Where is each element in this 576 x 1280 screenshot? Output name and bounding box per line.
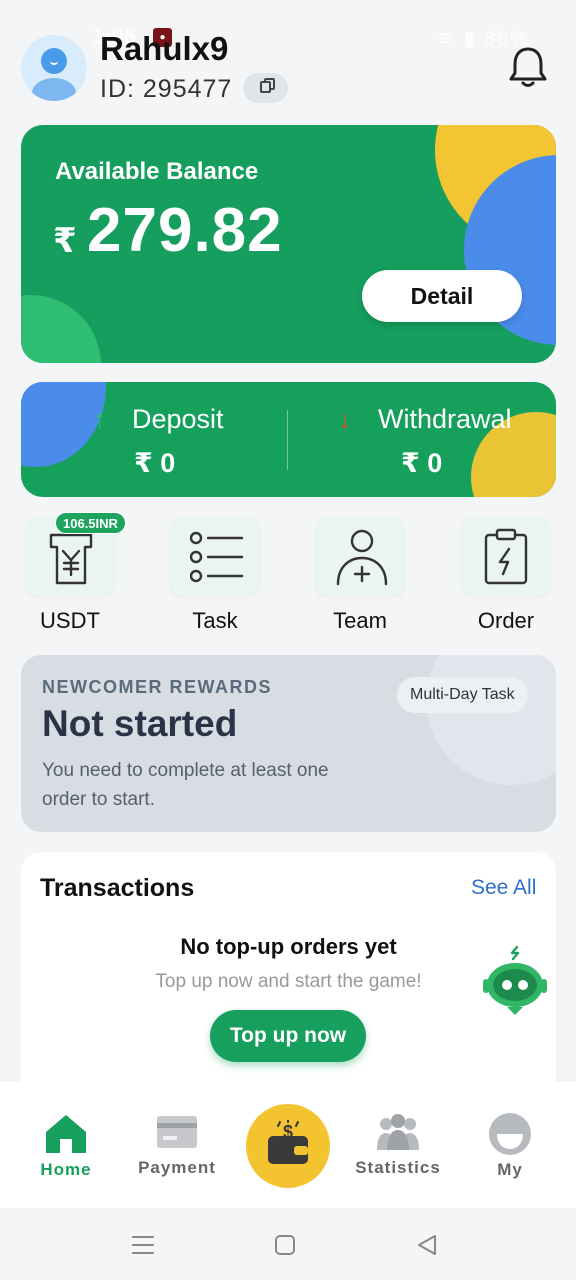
- quick-action-order[interactable]: Order: [461, 517, 553, 633]
- payment-card-icon: [157, 1116, 197, 1148]
- quick-action-team[interactable]: Team: [315, 517, 407, 633]
- home-button-icon[interactable]: [274, 1234, 296, 1256]
- empty-state-subtitle: Top up now and start the game!: [155, 971, 422, 992]
- status-bar: 1:06 ● ≋ ▮ 86%: [0, 20, 576, 54]
- support-robot-icon[interactable]: [483, 945, 547, 1017]
- nav-payment[interactable]: Payment: [127, 1112, 227, 1177]
- withdrawal-button[interactable]: Withdrawal: [378, 404, 512, 435]
- home-icon: [46, 1115, 86, 1153]
- see-all-link[interactable]: See All: [471, 876, 536, 900]
- transactions-title: Transactions: [40, 874, 195, 902]
- arrow-up-icon: ↑: [93, 404, 106, 434]
- usdt-rate-badge: 106.5INR: [55, 512, 126, 534]
- wifi-icon: ≋: [437, 28, 456, 50]
- task-list-icon: [190, 531, 244, 583]
- nav-my-label: My: [497, 1160, 523, 1179]
- quick-action-task[interactable]: Task: [170, 517, 262, 633]
- detail-button[interactable]: Detail: [362, 270, 522, 322]
- rewards-kicker: NEWCOMER REWARDS: [42, 677, 272, 697]
- withdrawal-value: ₹ 0: [401, 448, 443, 478]
- bottom-nav: Home Payment $ Statistics My: [0, 1082, 576, 1208]
- nav-home-label: Home: [40, 1160, 92, 1179]
- nav-wallet-button[interactable]: $: [246, 1104, 330, 1188]
- statistics-group-icon: [377, 1114, 419, 1150]
- signal-icon: ▮: [463, 28, 477, 50]
- avatar[interactable]: [21, 35, 87, 101]
- order-clipboard-icon: [484, 528, 528, 585]
- divider: [287, 410, 288, 470]
- multi-day-task-tag: Multi-Day Task: [397, 677, 528, 713]
- recent-apps-icon[interactable]: [132, 1235, 154, 1255]
- balance-amount: 279.82: [87, 196, 283, 265]
- username: Rahulx9: [100, 30, 229, 67]
- user-id-label: ID:: [100, 75, 135, 103]
- quick-action-label: Team: [333, 608, 387, 633]
- rewards-status: Not started: [42, 703, 238, 744]
- deposit-withdraw-card: ↑ Deposit ₹ 0 ↓ Withdrawal ₹ 0: [21, 382, 556, 497]
- usdt-wallet-icon: [49, 533, 93, 585]
- quick-action-label: Task: [192, 608, 238, 633]
- quick-action-label: Order: [477, 608, 535, 633]
- profile-icon: [489, 1113, 531, 1155]
- system-nav-bar: [0, 1208, 576, 1280]
- top-up-button[interactable]: Top up now: [210, 1010, 366, 1062]
- balance-label: Available Balance: [55, 158, 259, 185]
- nav-home[interactable]: Home: [16, 1112, 116, 1179]
- notification-bell-icon[interactable]: [507, 45, 549, 89]
- nav-statistics[interactable]: Statistics: [348, 1112, 448, 1177]
- nav-payment-label: Payment: [138, 1158, 216, 1177]
- deposit-button[interactable]: Deposit: [132, 404, 224, 435]
- newcomer-rewards-card[interactable]: NEWCOMER REWARDS Multi-Day Task Not star…: [21, 655, 556, 832]
- copy-id-button[interactable]: [243, 73, 288, 103]
- rupee-icon: ₹: [53, 222, 77, 260]
- quick-action-label: USDT: [40, 608, 100, 633]
- team-add-user-icon: [336, 529, 388, 586]
- rewards-description: You need to complete at least one order …: [42, 760, 329, 810]
- transactions-section: Transactions See All No top-up orders ye…: [21, 852, 556, 1092]
- back-button-icon[interactable]: [416, 1234, 438, 1256]
- user-id-value: 295477: [142, 75, 233, 103]
- empty-state-title: No top-up orders yet: [180, 934, 397, 959]
- nav-statistics-label: Statistics: [355, 1158, 441, 1177]
- nav-my[interactable]: My: [460, 1112, 560, 1179]
- wallet-dollar-icon: $: [268, 1120, 308, 1164]
- deposit-value: ₹ 0: [134, 448, 176, 478]
- balance-card: Available Balance ₹ 279.82 Detail: [21, 125, 556, 363]
- user-id: ID: 295477: [100, 75, 232, 104]
- svg-text:$: $: [283, 1122, 293, 1142]
- arrow-down-icon: ↓: [338, 404, 351, 434]
